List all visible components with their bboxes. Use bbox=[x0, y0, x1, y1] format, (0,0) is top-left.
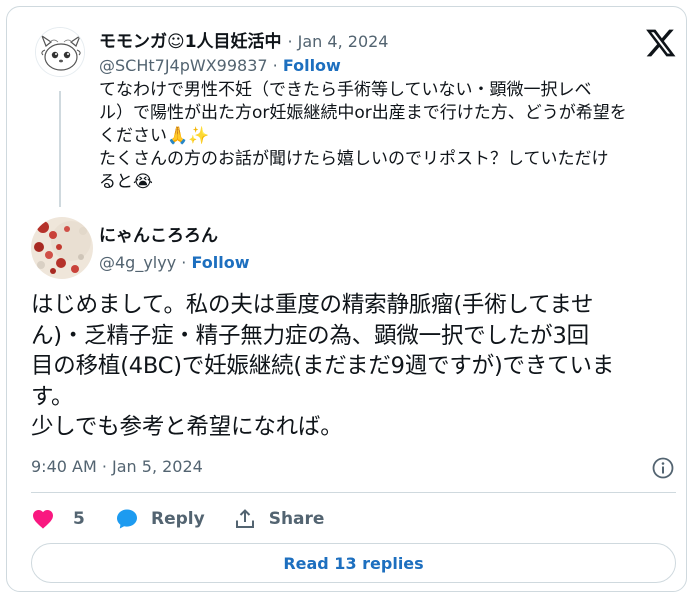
quoted-author-avatar[interactable] bbox=[35, 27, 85, 77]
quoted-text-line: ください🙏✨ bbox=[99, 126, 210, 146]
reply-tweet-text: はじめまして。私の夫は重度の精索静脈瘤(手術してませ ん)・乏精子症・精子無力症… bbox=[31, 290, 676, 443]
x-logo-icon[interactable] bbox=[644, 27, 676, 59]
share-button[interactable]: Share bbox=[233, 507, 325, 531]
quoted-author-handle[interactable]: @SCHt7J4pWX99837 bbox=[99, 56, 268, 75]
reply-text-line: 目の移植(4BC)で妊娠継続(まだまだ9週ですが)できていま bbox=[31, 353, 615, 379]
quoted-follow-button[interactable]: Follow bbox=[283, 56, 341, 75]
quoted-handle-row: @SCHt7J4pWX99837 · Follow bbox=[99, 56, 341, 75]
heart-icon bbox=[33, 510, 53, 529]
like-count: 5 bbox=[73, 509, 85, 529]
tweet-timestamp[interactable]: 9:40 AM · Jan 5, 2024 bbox=[31, 457, 203, 476]
quoted-text-line: てなわけで男性不妊（できたら手術等していない・顕微一択レベ bbox=[99, 80, 592, 100]
tweet-embed-card: モモンガ☺1人目妊活中 · Jan 4, 2024 @SCHt7J4pWX998… bbox=[6, 6, 687, 592]
action-bar: 5 Reply Share bbox=[31, 503, 324, 535]
like-button[interactable]: 5 bbox=[31, 507, 89, 531]
reply-author-name[interactable]: にゃんころろん bbox=[99, 221, 218, 246]
dot-separator: · bbox=[181, 253, 192, 272]
divider bbox=[31, 492, 676, 493]
quoted-author-name-row: モモンガ☺1人目妊活中 · Jan 4, 2024 bbox=[99, 27, 388, 52]
info-icon[interactable] bbox=[651, 456, 675, 480]
reply-handle-row: @4g_ylyy · Follow bbox=[99, 253, 249, 272]
reply-text-line: す。 bbox=[31, 383, 74, 410]
quoted-text-line: たくさんの方のお話が聞けたら嬉しいのでリポスト？していただけ bbox=[99, 149, 609, 169]
quoted-tweet-text: てなわけで男性不妊（できたら手術等していない・顕微一択レベ ル）で陽性が出た方o… bbox=[99, 79, 681, 194]
reply-bubble-icon bbox=[117, 509, 137, 529]
quoted-text-line: ル）で陽性が出た方or妊娠継続中or出産まで行けた方、どうが希望を bbox=[99, 103, 627, 123]
quoted-tweet-date[interactable]: Jan 4, 2024 bbox=[298, 32, 389, 51]
dot-separator: · bbox=[287, 32, 298, 51]
reply-author-handle[interactable]: @4g_ylyy bbox=[99, 253, 176, 272]
reply-author-avatar[interactable] bbox=[31, 217, 93, 279]
share-icon bbox=[235, 509, 254, 528]
reply-text-line: ん)・乏精子症・精子無力症の為、顕微一択でしたが3回 bbox=[31, 322, 589, 349]
quoted-text-line: ると😭 bbox=[99, 172, 153, 192]
reply-text-line: 少しでも参考と希望になれば。 bbox=[31, 414, 343, 440]
thread-connector-line bbox=[59, 91, 61, 207]
reply-label: Reply bbox=[151, 509, 205, 529]
dot-separator: · bbox=[272, 56, 283, 75]
quoted-author-name[interactable]: モモンガ☺1人目妊活中 bbox=[99, 32, 282, 52]
share-label: Share bbox=[268, 509, 325, 529]
reply-follow-button[interactable]: Follow bbox=[191, 253, 249, 272]
reply-button[interactable]: Reply bbox=[115, 507, 205, 531]
read-replies-button[interactable]: Read 13 replies bbox=[31, 543, 676, 583]
reply-text-line: はじめまして。私の夫は重度の精索静脈瘤(手術してませ bbox=[31, 292, 594, 318]
